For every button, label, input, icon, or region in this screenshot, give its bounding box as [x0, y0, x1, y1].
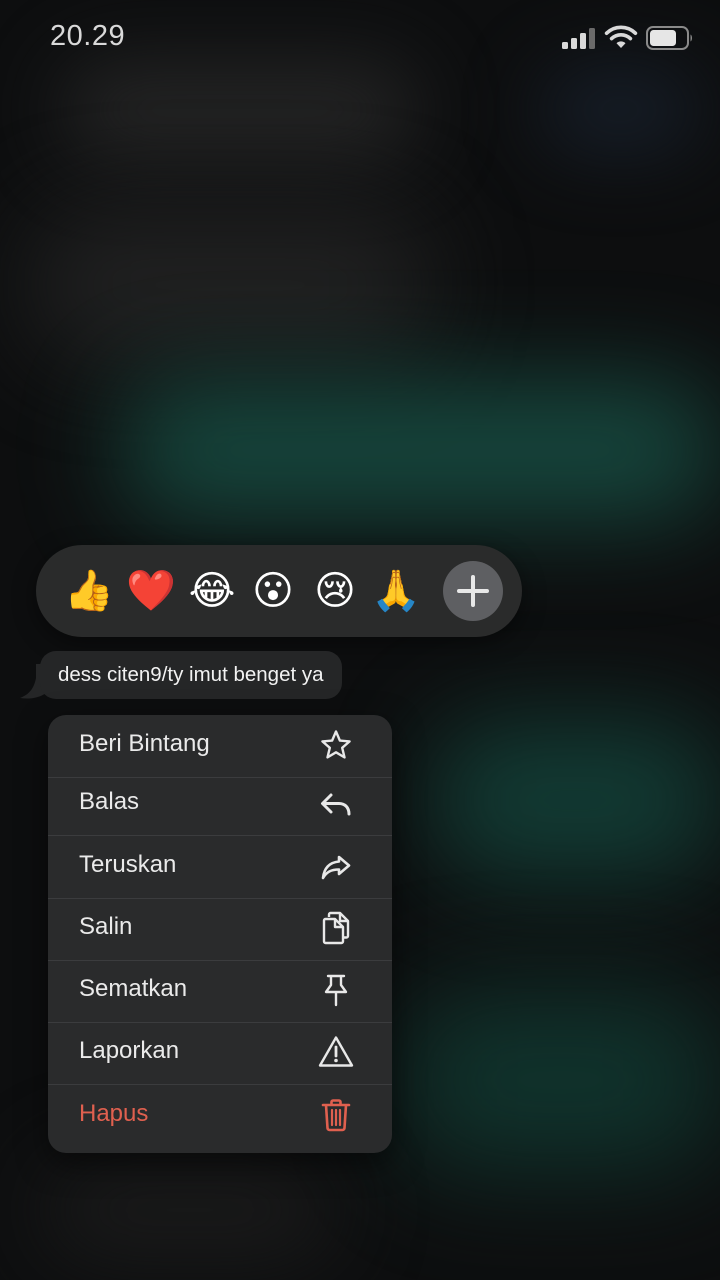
menu-item-label: Beri Bintang	[79, 730, 210, 757]
background-blur	[30, 210, 430, 360]
background-blur	[40, 1160, 340, 1260]
message-context-menu: Beri Bintang Balas Teruskan Salin Sematk…	[48, 715, 392, 1153]
copy-icon	[322, 911, 350, 945]
pin-icon	[324, 974, 348, 1007]
plus-icon	[457, 575, 489, 607]
menu-item-report[interactable]: Laporkan	[48, 1022, 392, 1085]
menu-item-label: Salin	[79, 913, 133, 940]
reaction-crying-face-icon[interactable]: 😢	[309, 565, 361, 617]
reaction-bar: 👍 ❤️ 😂 😮 😢 🙏	[36, 545, 522, 637]
forward-icon	[321, 855, 351, 880]
star-icon	[321, 730, 351, 759]
menu-item-label: Sematkan	[79, 975, 188, 1002]
background-blur	[430, 720, 720, 880]
background-blur	[120, 380, 720, 520]
battery-icon	[646, 26, 692, 50]
wifi-icon	[604, 25, 638, 48]
background-blur	[540, 70, 700, 150]
message-bubble[interactable]: dess citen9/ty imut benget ya	[40, 651, 342, 699]
menu-item-label: Laporkan	[79, 1037, 180, 1064]
background-blur	[400, 990, 720, 1170]
menu-item-forward[interactable]: Teruskan	[48, 836, 392, 899]
menu-item-pin[interactable]: Sematkan	[48, 960, 392, 1023]
reaction-heart-icon[interactable]: ❤️	[125, 565, 177, 617]
cellular-signal-icon	[562, 27, 596, 49]
menu-item-label: Teruskan	[79, 851, 177, 878]
reply-icon	[321, 793, 351, 816]
menu-item-delete[interactable]: Hapus	[48, 1085, 392, 1147]
warning-icon	[318, 1036, 354, 1067]
reaction-folded-hands-icon[interactable]: 🙏	[370, 565, 422, 617]
menu-item-reply[interactable]: Balas	[48, 773, 392, 836]
reaction-tears-of-joy-icon[interactable]: 😂	[186, 565, 238, 617]
status-time: 20.29	[50, 20, 126, 52]
menu-item-star[interactable]: Beri Bintang	[48, 715, 392, 778]
more-reactions-button[interactable]	[443, 561, 503, 621]
menu-item-label: Balas	[79, 788, 140, 815]
status-bar: 20.29	[0, 0, 720, 76]
reaction-surprised-face-icon[interactable]: 😮	[247, 565, 299, 617]
menu-item-label: Hapus	[79, 1100, 149, 1127]
menu-item-copy[interactable]: Salin	[48, 898, 392, 961]
reaction-thumbs-up-icon[interactable]: 👍	[63, 565, 115, 617]
trash-icon	[321, 1099, 351, 1132]
message-text: dess citen9/ty imut benget ya	[58, 663, 324, 686]
